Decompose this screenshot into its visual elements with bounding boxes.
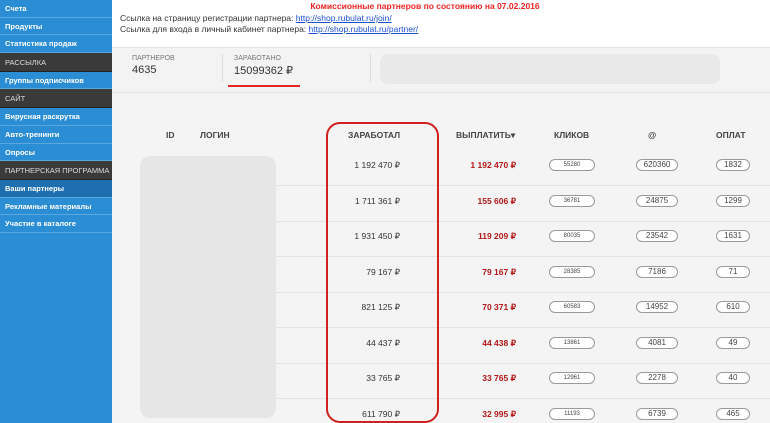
stat-divider xyxy=(370,54,371,82)
clicks-pill[interactable]: 11193 xyxy=(549,407,595,420)
partners-label: ПАРТНЕРОВ xyxy=(132,55,175,62)
register-link-label: Ссылка на страницу регистрации партнера: xyxy=(120,13,294,23)
col-at[interactable]: @ xyxy=(648,130,656,140)
cabinet-link-label: Ссылка для входа в личный кабинет партне… xyxy=(120,24,307,34)
sidebar-item[interactable]: ПАРТНЕРСКАЯ ПРОГРАММА xyxy=(0,161,112,181)
payments-pill[interactable]: 1631 xyxy=(716,230,750,242)
row-divider xyxy=(232,398,770,399)
sidebar-item[interactable]: Статистика продаж xyxy=(0,35,112,53)
earned-label: ЗАРАБОТАНО xyxy=(234,55,281,62)
payments-pill[interactable]: 1832 xyxy=(716,159,750,171)
sidebar-item[interactable]: Ваши партнеры xyxy=(0,180,112,198)
blurred-area xyxy=(380,54,720,84)
at-pill[interactable]: 7186 xyxy=(636,265,678,278)
payout-cell: 119 209 ₽ xyxy=(477,231,516,241)
sidebar-item[interactable]: Опросы xyxy=(0,144,112,162)
sidebar-item[interactable]: САЙТ xyxy=(0,89,112,109)
sidebar-item[interactable]: Вирусная раскрутка xyxy=(0,108,112,126)
row-divider xyxy=(232,185,770,186)
col-payout[interactable]: ВЫПЛАТИТЬ▾ xyxy=(456,130,515,141)
payments-pill[interactable]: 71 xyxy=(716,265,750,278)
col-payments[interactable]: ОПЛАТ xyxy=(716,130,746,140)
register-link-row: Ссылка на страницу регистрации партнера:… xyxy=(120,13,418,24)
payments-pill[interactable]: 49 xyxy=(716,336,750,349)
clicks-pill[interactable]: 60583 xyxy=(549,301,595,313)
payments-pill[interactable]: 40 xyxy=(716,372,750,384)
payout-cell: 33 765 ₽ xyxy=(482,373,516,383)
sidebar-item[interactable]: РАССЫЛКА xyxy=(0,52,112,72)
earned-highlight xyxy=(326,122,439,423)
row-divider xyxy=(232,220,770,222)
payout-cell: 79 167 ₽ xyxy=(482,266,516,277)
register-link[interactable]: http://shop.rubulat.ru/join/ xyxy=(296,13,392,23)
sidebar: Счета Продукты Статистика продаж РАССЫЛКА Гр… xyxy=(0,0,112,423)
at-pill[interactable]: 620360 xyxy=(636,159,678,171)
at-pill[interactable]: 14952 xyxy=(636,301,678,313)
row-divider xyxy=(232,362,770,364)
partners-stat: ПАРТНЕРОВ 4635 xyxy=(132,55,175,76)
payout-cell: 70 371 ₽ xyxy=(482,302,516,312)
sidebar-item[interactable]: Продукты xyxy=(0,18,112,36)
stat-divider xyxy=(222,54,223,82)
sidebar-item[interactable]: Рекламные материалы xyxy=(0,198,112,216)
partner-links: Ссылка на страницу регистрации партнера:… xyxy=(120,13,418,35)
clicks-pill[interactable]: 13861 xyxy=(549,336,595,349)
at-pill[interactable]: 4081 xyxy=(636,336,678,349)
page-banner: Комиссионные партнеров по состоянию на 0… xyxy=(310,1,540,11)
payments-pill[interactable]: 610 xyxy=(716,301,750,313)
payments-pill[interactable]: 1299 xyxy=(716,194,750,207)
row-divider xyxy=(232,256,770,257)
clicks-pill[interactable]: 28385 xyxy=(549,265,595,278)
col-id[interactable]: ID xyxy=(166,130,175,140)
cabinet-link-row: Ссылка для входа в личный кабинет партне… xyxy=(120,24,418,35)
at-pill[interactable]: 6739 xyxy=(636,407,678,420)
payout-cell: 1 192 470 ₽ xyxy=(470,160,516,170)
clicks-pill[interactable]: 55280 xyxy=(549,159,595,171)
blurred-logins xyxy=(140,156,276,418)
earned-stat: ЗАРАБОТАНО 15099362 ₽ xyxy=(234,55,293,77)
earned-value: 15099362 ₽ xyxy=(234,65,293,77)
col-clicks[interactable]: КЛИКОВ xyxy=(554,130,589,140)
at-pill[interactable]: 2278 xyxy=(636,372,678,384)
row-divider xyxy=(232,327,770,328)
at-pill[interactable]: 23542 xyxy=(636,230,678,242)
col-login[interactable]: ЛОГИН xyxy=(200,130,230,140)
cabinet-link[interactable]: http://shop.rubulat.ru/partner/ xyxy=(309,24,419,34)
row-divider xyxy=(232,291,770,293)
at-pill[interactable]: 24875 xyxy=(636,194,678,207)
earned-underline xyxy=(228,85,300,87)
sidebar-item[interactable]: Участие в каталоге xyxy=(0,215,112,233)
clicks-pill[interactable]: 12961 xyxy=(549,372,595,384)
payout-cell: 44 438 ₽ xyxy=(482,337,516,348)
sidebar-item[interactable]: Группы подписчиков xyxy=(0,72,112,90)
clicks-pill[interactable]: 36781 xyxy=(549,194,595,207)
clicks-pill[interactable]: 80035 xyxy=(549,230,595,242)
payout-cell: 32 995 ₽ xyxy=(482,408,516,419)
payments-pill[interactable]: 465 xyxy=(716,407,750,420)
partners-value: 4635 xyxy=(132,64,157,76)
sidebar-item[interactable]: Авто-тренинги xyxy=(0,126,112,144)
payout-cell: 155 606 ₽ xyxy=(477,195,517,206)
